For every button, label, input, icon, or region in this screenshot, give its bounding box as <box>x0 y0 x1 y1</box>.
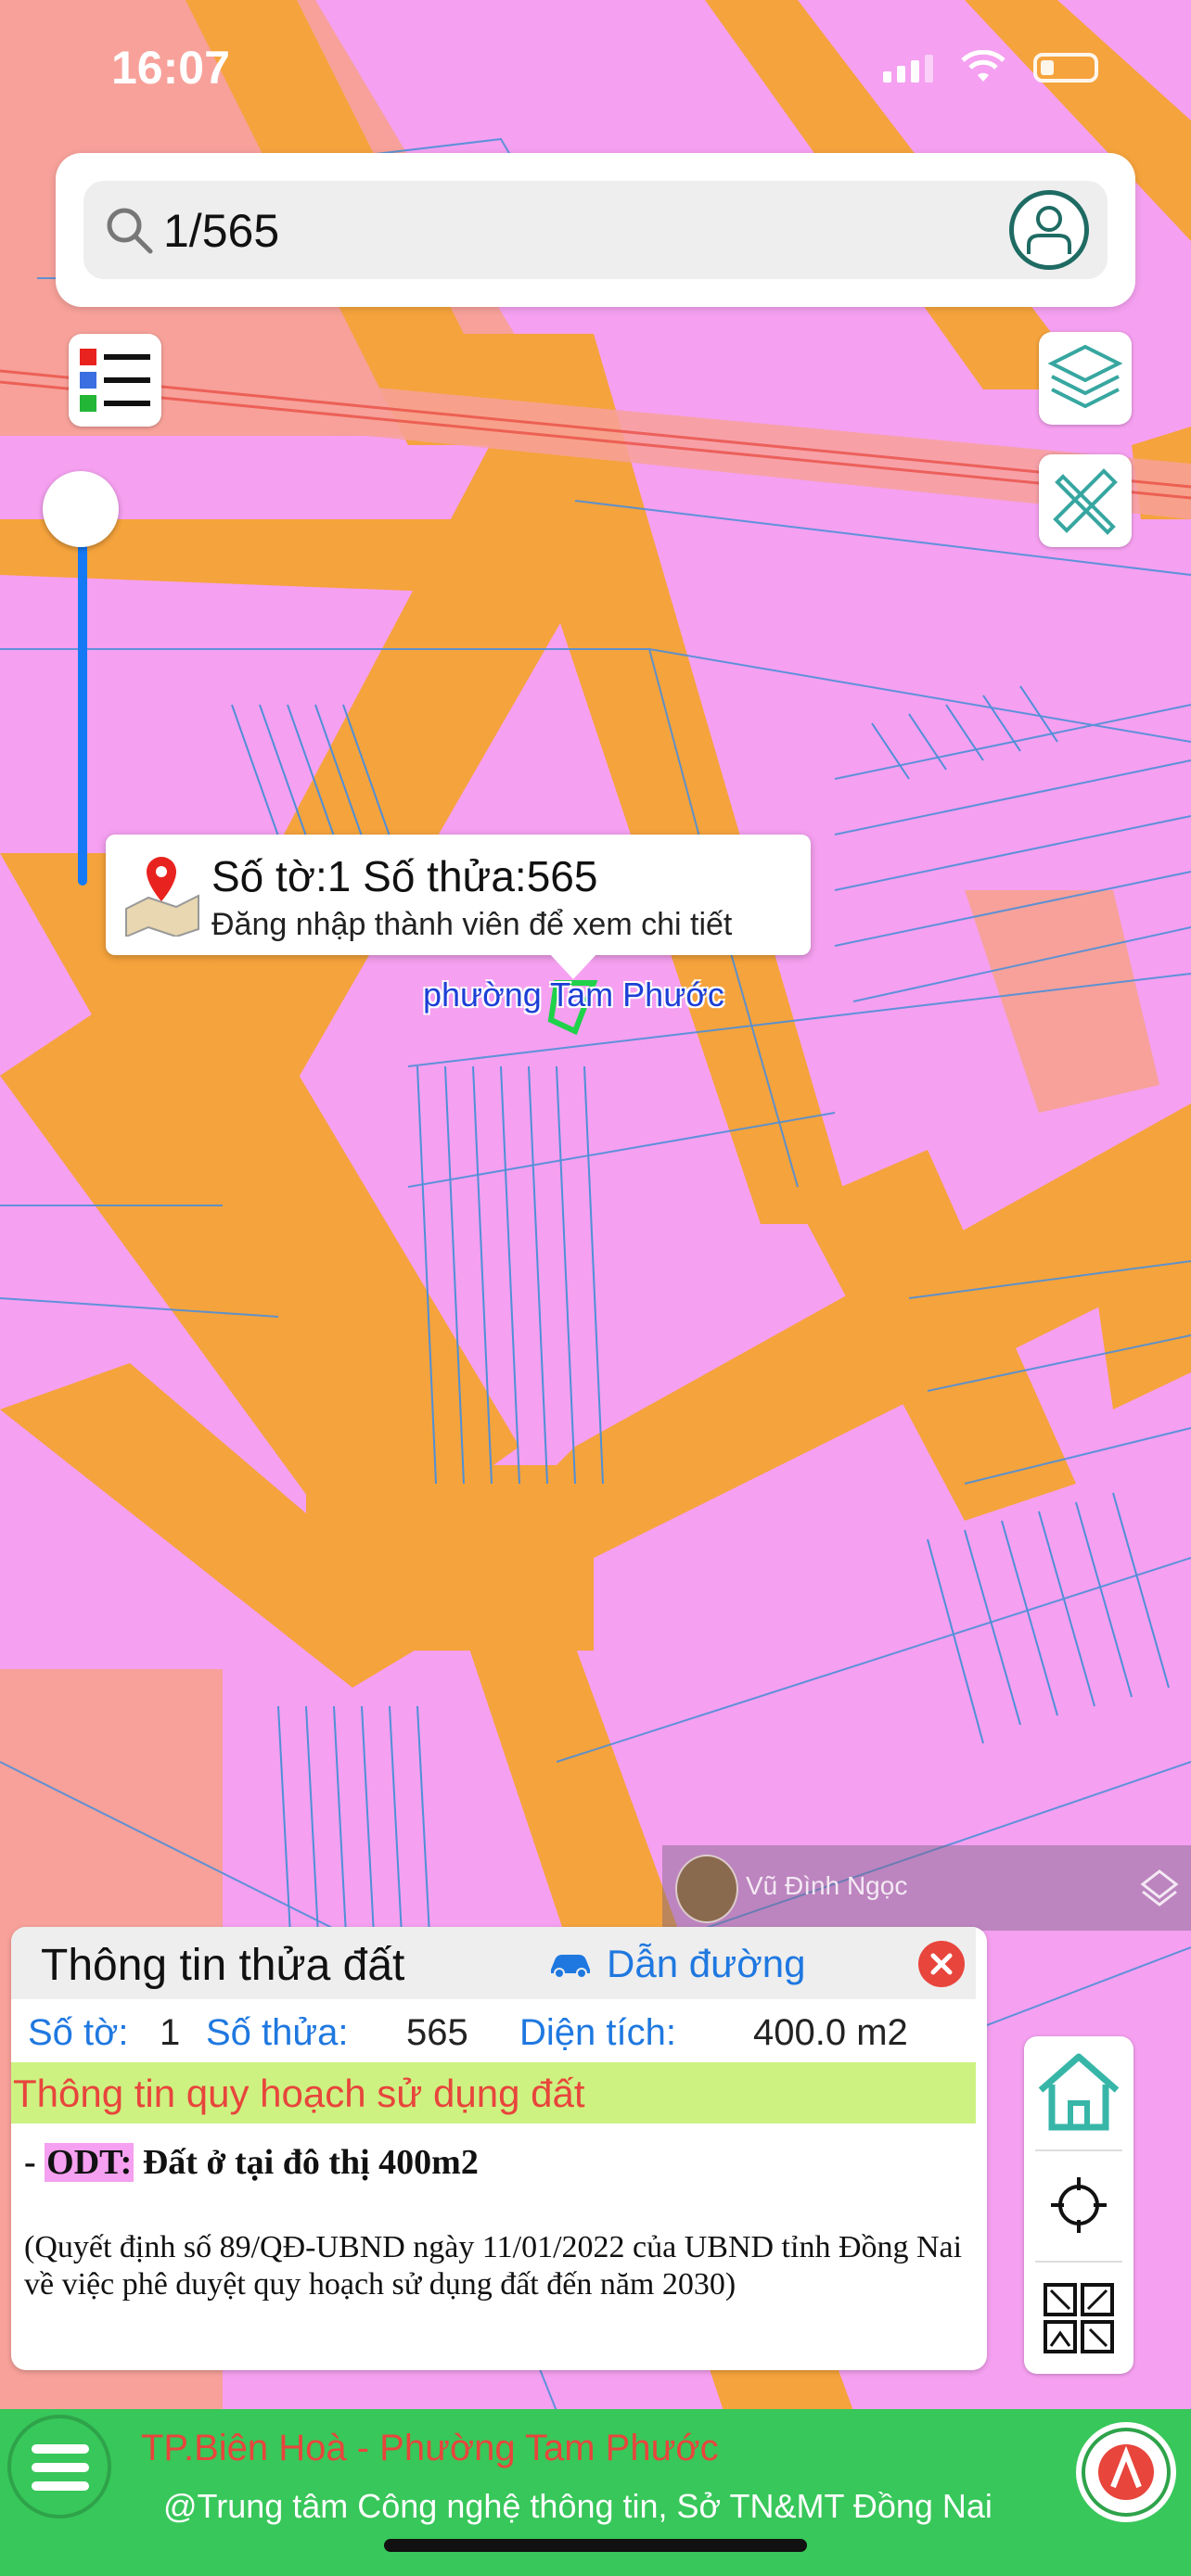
opacity-slider-handle[interactable] <box>43 471 119 547</box>
organization-credit: @Trung tâm Công nghệ thông tin, Sở TN&MT… <box>163 2487 992 2525</box>
map-tools <box>1024 2036 1133 2374</box>
popup-title: Số tờ:1 Số thửa:565 <box>211 852 598 900</box>
cellular-signal-icon <box>883 53 933 83</box>
planning-info-title: Thông tin quy hoạch sử dụng đất <box>13 2072 585 2115</box>
area-label: Diện tích: <box>519 2012 676 2053</box>
panel-header: Thông tin thửa đất Dẫn đường <box>11 1927 976 1999</box>
map-pin-icon <box>125 857 199 937</box>
menu-button[interactable] <box>7 2415 111 2519</box>
close-icon <box>930 1953 953 1975</box>
area-value: 400.0 m2 <box>753 2012 908 2053</box>
battery-icon <box>1033 53 1098 83</box>
author-name: Vũ Đình Ngọc <box>746 1871 908 1900</box>
popup-subtitle: Đăng nhập thành viên để xem chi tiết <box>211 907 733 942</box>
parcel-value: 565 <box>406 2012 468 2053</box>
legend-button[interactable] <box>69 334 161 427</box>
home-button[interactable] <box>1024 2036 1133 2148</box>
user-icon[interactable] <box>1009 190 1089 270</box>
land-use-prefix: - <box>24 2143 45 2182</box>
parcel-popup[interactable]: Số tờ:1 Số thửa:565 Đăng nhập thành viên… <box>106 835 811 979</box>
search-bar[interactable] <box>83 181 1108 279</box>
land-use-code: ODT: <box>45 2143 134 2182</box>
search-card <box>56 153 1135 307</box>
layers-icon <box>1140 1869 1179 1906</box>
status-bar: 16:07 <box>0 37 1191 102</box>
crosshair-icon <box>1051 2177 1107 2233</box>
directions-label: Dẫn đường <box>607 1942 806 1985</box>
home-icon <box>1038 2053 1120 2131</box>
legend-list-icon <box>80 349 150 412</box>
parcel-summary-row: Số tờ: 1 Số thửa: 565 Diện tích: 400.0 m… <box>19 2012 983 2064</box>
car-icon <box>551 1955 590 1979</box>
parcel-label: Số thửa: <box>206 2012 349 2053</box>
author-avatar <box>675 1855 738 1923</box>
planning-info-header: Thông tin quy hoạch sử dụng đất <box>11 2062 976 2123</box>
planning-decision-note: (Quyết định số 89/QĐ-UBND ngày 11/01/202… <box>24 2230 963 2302</box>
hamburger-icon <box>32 2444 89 2454</box>
panel-title: Thông tin thửa đất <box>41 1941 405 1990</box>
locate-button[interactable] <box>1024 2151 1133 2259</box>
search-input[interactable] <box>161 198 963 264</box>
sheet-label: Số tờ: <box>28 2012 129 2053</box>
wifi-icon <box>961 50 1005 82</box>
directions-button[interactable]: Dẫn đường <box>547 1942 805 1986</box>
layers-button[interactable] <box>1039 332 1132 425</box>
land-use-description: Đất ở tại đô thị 400m2 <box>134 2143 479 2182</box>
location-title: TP.Biên Hoà - Phường Tam Phước <box>141 2428 719 2468</box>
opacity-slider-track[interactable] <box>78 505 87 886</box>
measure-button[interactable] <box>1039 454 1132 547</box>
qr-scan-button[interactable] <box>1024 2263 1133 2374</box>
map-credit: Vũ Đình Ngọc <box>662 1845 1191 1931</box>
qr-scan-icon <box>1044 2283 1114 2353</box>
ward-label: phường Tam Phước <box>423 976 724 1014</box>
parcel-info-panel: Thông tin thửa đất Dẫn đường Số tờ: 1 Số… <box>11 1927 987 2370</box>
ruler-pencil-icon <box>1053 468 1118 535</box>
organization-logo <box>1076 2422 1176 2522</box>
status-time: 16:07 <box>111 42 230 94</box>
magnifier-icon <box>107 208 153 254</box>
layers-icon <box>1047 344 1123 409</box>
home-indicator <box>384 2539 807 2552</box>
land-use-entry: - ODT: Đất ở tại đô thị 400m2 <box>24 2142 479 2183</box>
sheet-value: 1 <box>160 2012 181 2053</box>
close-button[interactable] <box>918 1941 965 1987</box>
